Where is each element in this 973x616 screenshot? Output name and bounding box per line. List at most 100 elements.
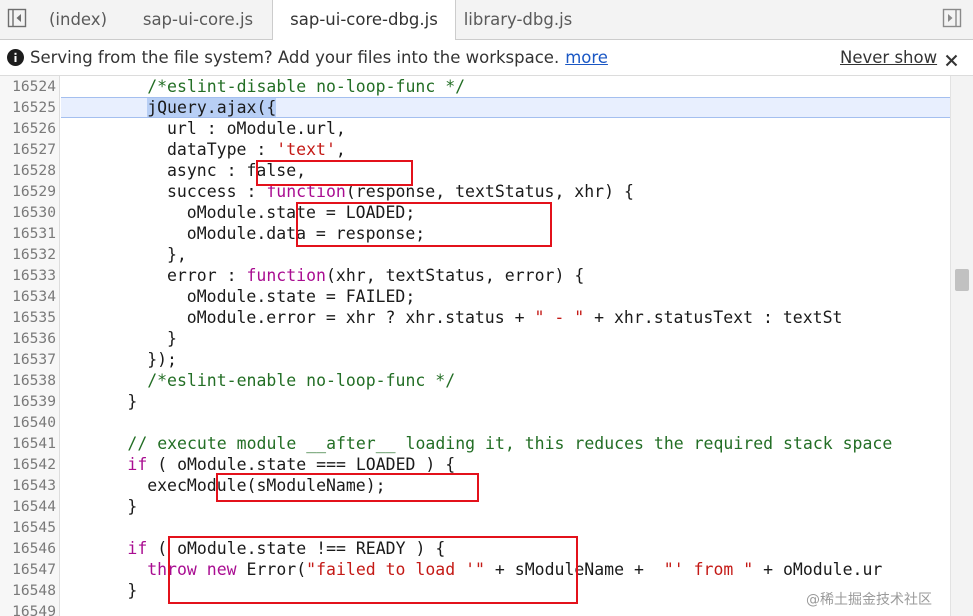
workspace-info-bar: Serving from the file system? Add your f… [0,40,973,76]
line-number[interactable]: 16524 [0,76,56,97]
code-line[interactable]: oModule.state = FAILED; [187,286,415,307]
code-line[interactable]: oModule.data = response; [187,223,425,244]
code-line[interactable]: jQuery.ajax({ [147,97,277,118]
code-token: oModule.state = LOADED; [186,203,416,222]
code-token: if [127,539,148,558]
line-number[interactable]: 16545 [0,517,56,538]
line-number[interactable]: 16540 [0,412,56,433]
code-token: function [266,182,346,201]
tab-sap-ui-core-dbg[interactable]: sap-ui-core-dbg.js [272,0,456,41]
code-line[interactable]: async : false, [167,160,306,181]
code-token: ( oModule.state === LOADED ) { [147,455,456,474]
line-number[interactable]: 16543 [0,475,56,496]
info-message: Serving from the file system? Add your f… [30,40,608,76]
code-line[interactable]: } [127,391,137,412]
watermark: @稀土掘金技术社区 [806,592,932,608]
code-token: Error( [236,560,307,579]
code-line[interactable]: } [127,496,137,517]
editor-tab-bar: (index) sap-ui-core.js sap-ui-core-dbg.j… [0,0,973,41]
line-number[interactable]: 16548 [0,580,56,601]
line-number[interactable]: 16538 [0,370,56,391]
line-number[interactable]: 16530 [0,202,56,223]
code-token: "failed to load '" [306,560,485,579]
code-token: } [127,581,138,600]
toggle-navigator-icon[interactable] [7,8,27,28]
scrollbar-thumb[interactable] [955,269,969,291]
code-token: new [206,560,237,579]
code-line[interactable]: oModule.state = LOADED; [187,202,415,223]
code-token: oModule.error = xhr ? xhr.status + [186,308,535,327]
code-token: }, [167,245,187,264]
code-line[interactable]: oModule.error = xhr ? xhr.status + " - "… [187,307,843,328]
code-token: jQuery.ajax({ [147,98,277,117]
source-editor[interactable]: 16524 16525 16526 16527 16528 16529 16530 16531… [0,76,973,616]
line-number[interactable]: 16532 [0,244,56,265]
line-number[interactable]: 16533 [0,265,56,286]
code-token: url : oModule.url, [167,119,346,138]
code-token: "' from " [663,560,754,579]
code-line[interactable]: execModule(sModuleName); [147,475,385,496]
line-number[interactable]: 16542 [0,454,56,475]
line-number[interactable]: 16549 [0,601,56,616]
code-line[interactable]: }); [147,349,177,370]
line-number[interactable]: 16541 [0,433,56,454]
code-line[interactable]: if ( oModule.state !== READY ) { [127,538,445,559]
line-number[interactable]: 16535 [0,307,56,328]
line-number-gutter[interactable]: 16524 16525 16526 16527 16528 16529 16530 16531… [0,76,60,616]
code-token: (xhr, textStatus, error) { [325,266,585,285]
code-token: function [246,266,326,285]
line-number[interactable]: 16544 [0,496,56,517]
code-token: ( oModule.state !== READY ) { [147,539,446,558]
code-line[interactable]: url : oModule.url, [167,118,346,139]
line-number[interactable]: 16537 [0,349,56,370]
code-line[interactable]: }, [167,244,187,265]
info-icon [7,49,24,66]
code-line[interactable]: // execute module __after__ loading it, … [127,433,892,454]
never-show-link[interactable]: Never show [840,40,937,76]
line-number[interactable]: 16539 [0,391,56,412]
code-line[interactable]: if ( oModule.state === LOADED ) { [127,454,455,475]
code-line[interactable]: success : function(response, textStatus,… [167,181,634,202]
line-number[interactable]: 16525 [0,97,56,118]
code-token: + xhr.statusText : textSt [584,308,843,327]
code-token: oModule.state = FAILED; [186,287,416,306]
vertical-scrollbar[interactable] [950,76,973,616]
code-line[interactable]: throw new Error("failed to load '" + sMo… [147,559,882,580]
more-link[interactable]: more [565,48,608,67]
code-token: // execute module __after__ loading it, … [127,434,893,453]
line-number[interactable]: 16547 [0,559,56,580]
tab-index[interactable]: (index) [32,0,124,40]
code-token: (response, textStatus, xhr) { [345,182,634,201]
code-token: execModule(sModuleName); [147,476,386,495]
code-token: " - " [534,308,585,327]
code-token: dataType : [167,140,277,159]
code-token: } [167,329,177,348]
code-token: + oModule.ur [753,560,883,579]
line-number[interactable]: 16534 [0,286,56,307]
code-line[interactable]: } [167,328,177,349]
code-line[interactable]: /*eslint-disable no-loop-func */ [147,76,465,97]
line-number[interactable]: 16527 [0,139,56,160]
line-number[interactable]: 16529 [0,181,56,202]
code-token: success : [167,182,267,201]
code-area[interactable]: /*eslint-disable no-loop-func */ jQuery.a… [61,76,950,616]
code-line[interactable]: /*eslint-enable no-loop-func */ [147,370,455,391]
code-line[interactable]: dataType : 'text', [167,139,346,160]
code-line[interactable]: error : function(xhr, textStatus, error)… [167,265,584,286]
line-number[interactable]: 16546 [0,538,56,559]
code-token: + sModuleName + [484,560,664,579]
tab-library-dbg[interactable]: library-dbg.js [456,0,580,40]
code-token: error : [167,266,247,285]
toggle-debugger-icon[interactable] [942,8,962,28]
line-number[interactable]: 16531 [0,223,56,244]
close-icon[interactable] [945,52,958,67]
code-line[interactable]: } [127,580,137,601]
code-token: if [127,455,148,474]
code-token: }); [147,350,177,369]
code-token: oModule.data = response; [186,224,426,243]
code-token: 'text' [276,140,336,159]
line-number[interactable]: 16536 [0,328,56,349]
line-number[interactable]: 16526 [0,118,56,139]
tab-sap-ui-core[interactable]: sap-ui-core.js [124,0,272,40]
line-number[interactable]: 16528 [0,160,56,181]
